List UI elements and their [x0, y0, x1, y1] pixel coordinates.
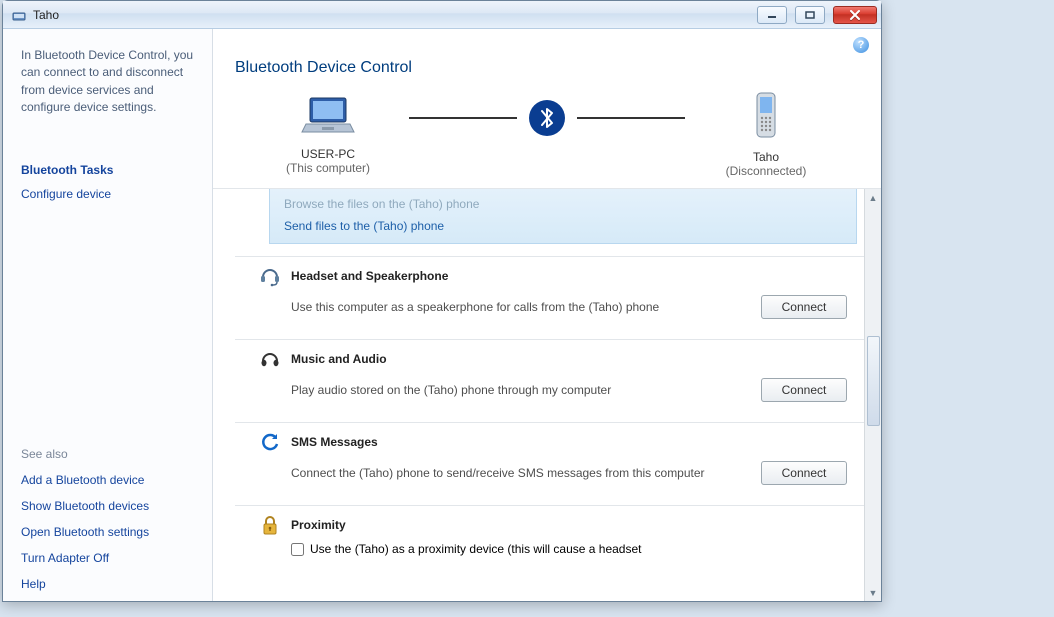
service-music-connect-button[interactable]: Connect	[761, 378, 847, 402]
minimize-button[interactable]	[757, 6, 787, 24]
service-proximity-title: Proximity	[291, 518, 346, 532]
task-configure-device[interactable]: Configure device	[21, 187, 198, 201]
service-sms-connect-button[interactable]: Connect	[761, 461, 847, 485]
browse-files-link[interactable]: Browse the files on the (Taho) phone	[284, 197, 842, 211]
proximity-checkbox-label: Use the (Taho) as a proximity device (th…	[310, 542, 641, 556]
connection-line-left	[409, 117, 517, 119]
service-headset-connect-button[interactable]: Connect	[761, 295, 847, 319]
service-headset: Headset and Speakerphone Use this comput…	[235, 256, 871, 329]
service-music: Music and Audio Play audio stored on the…	[235, 339, 871, 412]
sms-refresh-icon	[259, 431, 281, 453]
see-also-turn-adapter-off[interactable]: Turn Adapter Off	[21, 551, 198, 565]
scroll-up-arrow[interactable]: ▲	[865, 189, 881, 206]
app-window: Taho In Bluetooth Device Control, you ca…	[2, 0, 882, 602]
connection-line-right	[577, 117, 685, 119]
close-button[interactable]	[833, 6, 877, 24]
proximity-checkbox[interactable]	[291, 543, 304, 556]
computer-sub: (This computer)	[253, 161, 403, 175]
scroll-down-arrow[interactable]: ▼	[865, 584, 881, 601]
send-files-link[interactable]: Send files to the (Taho) phone	[284, 219, 842, 233]
help-icon[interactable]: ?	[853, 37, 869, 53]
laptop-icon	[253, 94, 403, 141]
maximize-button[interactable]	[795, 6, 825, 24]
service-music-desc: Play audio stored on the (Taho) phone th…	[291, 383, 761, 397]
computer-name: USER-PC	[253, 147, 403, 161]
headphones-icon	[259, 348, 281, 370]
bluetooth-tasks-header: Bluetooth Tasks	[21, 163, 198, 177]
scroll-thumb[interactable]	[867, 336, 880, 426]
window-title: Taho	[33, 8, 59, 22]
lock-icon	[259, 514, 281, 536]
see-also-show-devices[interactable]: Show Bluetooth devices	[21, 499, 198, 513]
service-headset-title: Headset and Speakerphone	[291, 269, 448, 283]
app-icon	[11, 7, 27, 23]
service-headset-desc: Use this computer as a speakerphone for …	[291, 300, 761, 314]
page-title: Bluetooth Device Control	[213, 29, 881, 85]
device-sub: (Disconnected)	[691, 164, 841, 178]
see-also-open-settings[interactable]: Open Bluetooth settings	[21, 525, 198, 539]
see-also-header: See also	[21, 417, 198, 461]
see-also-help[interactable]: Help	[21, 577, 198, 591]
content-pane: ? Bluetooth Device Control USER-PC (This…	[213, 29, 881, 601]
device-node: Taho (Disconnected)	[691, 91, 841, 178]
headset-icon	[259, 265, 281, 287]
bluetooth-icon	[529, 100, 565, 136]
see-also-add-device[interactable]: Add a Bluetooth device	[21, 473, 198, 487]
service-sms: SMS Messages Connect the (Taho) phone to…	[235, 422, 871, 495]
service-proximity: Proximity Use the (Taho) as a proximity …	[235, 505, 871, 556]
service-sms-title: SMS Messages	[291, 435, 378, 449]
service-sms-desc: Connect the (Taho) phone to send/receive…	[291, 466, 761, 480]
sidebar-intro: In Bluetooth Device Control, you can con…	[21, 47, 198, 117]
vertical-scrollbar[interactable]: ▲ ▼	[864, 189, 881, 601]
services-scroll-area: Browse the files on the (Taho) phone Sen…	[213, 188, 881, 601]
phone-icon	[691, 91, 841, 144]
connection-diagram: USER-PC (This computer)	[213, 91, 881, 188]
device-name: Taho	[691, 150, 841, 164]
computer-node: USER-PC (This computer)	[253, 94, 403, 175]
sidebar: In Bluetooth Device Control, you can con…	[3, 29, 213, 601]
service-music-title: Music and Audio	[291, 352, 387, 366]
file-transfer-panel: Browse the files on the (Taho) phone Sen…	[269, 189, 857, 244]
titlebar: Taho	[3, 1, 881, 29]
